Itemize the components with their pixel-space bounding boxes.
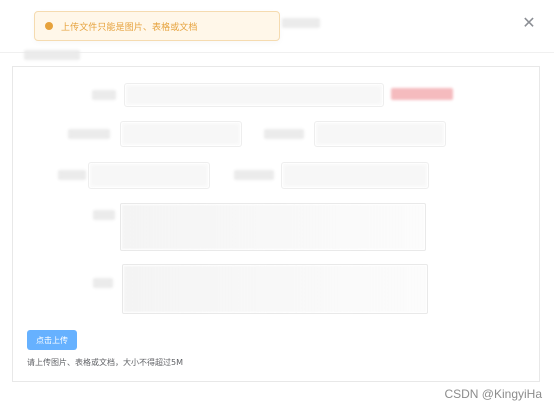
row2-right-field — [314, 121, 446, 147]
row1-field — [124, 83, 384, 107]
row3-right-field — [281, 162, 429, 189]
textarea1-label-blur — [93, 210, 115, 220]
upload-tip: 请上传图片、表格或文档，大小不得超过5M — [27, 358, 183, 367]
row2-right-label-blur — [264, 129, 304, 139]
textarea2-label-blur — [93, 278, 113, 288]
warning-icon — [45, 22, 53, 30]
textarea-1 — [120, 203, 426, 251]
textarea-2-content — [124, 266, 426, 312]
close-button[interactable]: ✕ — [520, 14, 538, 32]
section-title-blur — [24, 50, 80, 60]
dialog: ✕ 上传文件只能是图片、表格或文档 点击上传 请上传图片、表格或文档，大小不得超… — [0, 0, 554, 411]
toast-message: 上传文件只能是图片、表格或文档 — [61, 22, 198, 33]
row2-left-label-blur — [68, 129, 110, 139]
row3-left-label-blur — [58, 170, 86, 180]
textarea-1-content — [122, 205, 424, 249]
close-icon: ✕ — [522, 13, 536, 32]
row1-label-blur — [92, 90, 116, 100]
row3-right-label-blur — [234, 170, 274, 180]
upload-button[interactable]: 点击上传 — [27, 330, 77, 350]
row3-left-field — [88, 162, 210, 189]
row1-highlight — [391, 88, 453, 100]
watermark-text: CSDN @KingyiHa — [444, 387, 542, 401]
warning-toast: 上传文件只能是图片、表格或文档 — [34, 11, 280, 41]
dialog-title-blur — [282, 18, 320, 28]
textarea-2 — [122, 264, 428, 314]
row2-left-field — [120, 121, 242, 147]
